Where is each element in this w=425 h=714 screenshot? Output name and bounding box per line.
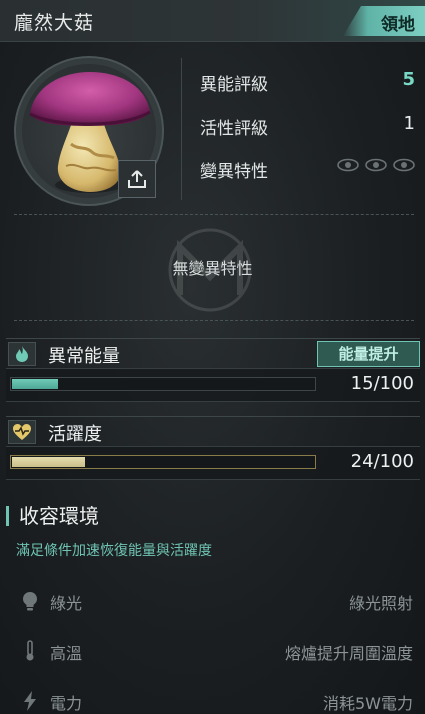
eye-icon[interactable] <box>393 158 415 172</box>
eye-icon[interactable] <box>337 158 359 172</box>
activity-rating-row: 活性評級 1 <box>200 110 415 139</box>
env-value: 綠光照射 <box>348 594 413 613</box>
containment-subtitle: 滿足條件加速恢復能量與活躍度 <box>16 543 212 559</box>
energy-value: 15/100 <box>350 373 414 394</box>
energy-header: 異常能量 能量提升 <box>6 338 420 368</box>
env-label: 綠光 <box>50 594 83 613</box>
vitality-icon-box <box>8 420 36 444</box>
no-mutation-text: 無變異特性 <box>172 259 253 278</box>
energy-progress-fill <box>12 379 58 389</box>
mutation-slots <box>337 158 415 172</box>
bulb-icon <box>23 592 37 611</box>
env-label: 高溫 <box>50 644 83 663</box>
flame-icon <box>16 346 28 362</box>
env-row-power: 電力 消耗5W電力 <box>0 680 425 714</box>
env-row-green-light: 綠光 綠光照射 <box>0 580 425 620</box>
energy-title: 異常能量 <box>48 346 120 367</box>
vitality-title: 活躍度 <box>48 424 102 445</box>
activity-rating-label: 活性評級 <box>200 119 268 139</box>
energy-panel: 異常能量 能量提升 15/100 <box>6 338 420 402</box>
divider <box>14 320 414 321</box>
mutation-trait-row: 變異特性 <box>200 153 415 182</box>
territory-tag[interactable]: 領地 <box>343 6 425 36</box>
header: 龐然大菇 領地 <box>0 0 425 42</box>
ability-rating-row: 異能評級 5 <box>200 66 415 95</box>
territory-tag-label: 領地 <box>381 15 415 35</box>
env-value: 消耗5W電力 <box>322 694 413 713</box>
divider <box>14 214 414 215</box>
vitality-bar-row: 24/100 <box>6 446 420 480</box>
energy-icon-box <box>8 342 36 366</box>
env-row-high-temp: 高溫 熔爐提升周圍溫度 <box>0 630 425 670</box>
vitality-value: 24/100 <box>350 451 414 472</box>
ability-rating-label: 異能評級 <box>200 75 268 95</box>
activity-rating-value: 1 <box>403 113 415 134</box>
containment-title: 收容環境 <box>6 506 99 526</box>
energy-bar-row: 15/100 <box>6 368 420 402</box>
energy-boost-button[interactable]: 能量提升 <box>317 341 420 367</box>
env-label: 電力 <box>50 694 83 713</box>
vitality-header: 活躍度 <box>6 416 420 446</box>
heart-pulse-icon <box>13 424 31 440</box>
vitality-progress-fill <box>12 457 85 467</box>
thermometer-icon <box>26 640 34 661</box>
energy-progress-bar <box>10 377 316 391</box>
creature-name: 龐然大菇 <box>14 12 95 34</box>
vitality-panel: 活躍度 24/100 <box>6 416 420 480</box>
share-button[interactable] <box>118 160 156 198</box>
upload-icon <box>128 170 146 188</box>
env-value: 熔爐提升周圍溫度 <box>284 644 413 663</box>
eye-icon[interactable] <box>365 158 387 172</box>
vitality-progress-bar <box>10 455 316 469</box>
divider <box>181 58 182 200</box>
mutation-trait-label: 變異特性 <box>200 162 268 182</box>
lightning-icon <box>24 691 36 711</box>
ability-rating-value: 5 <box>402 69 415 90</box>
